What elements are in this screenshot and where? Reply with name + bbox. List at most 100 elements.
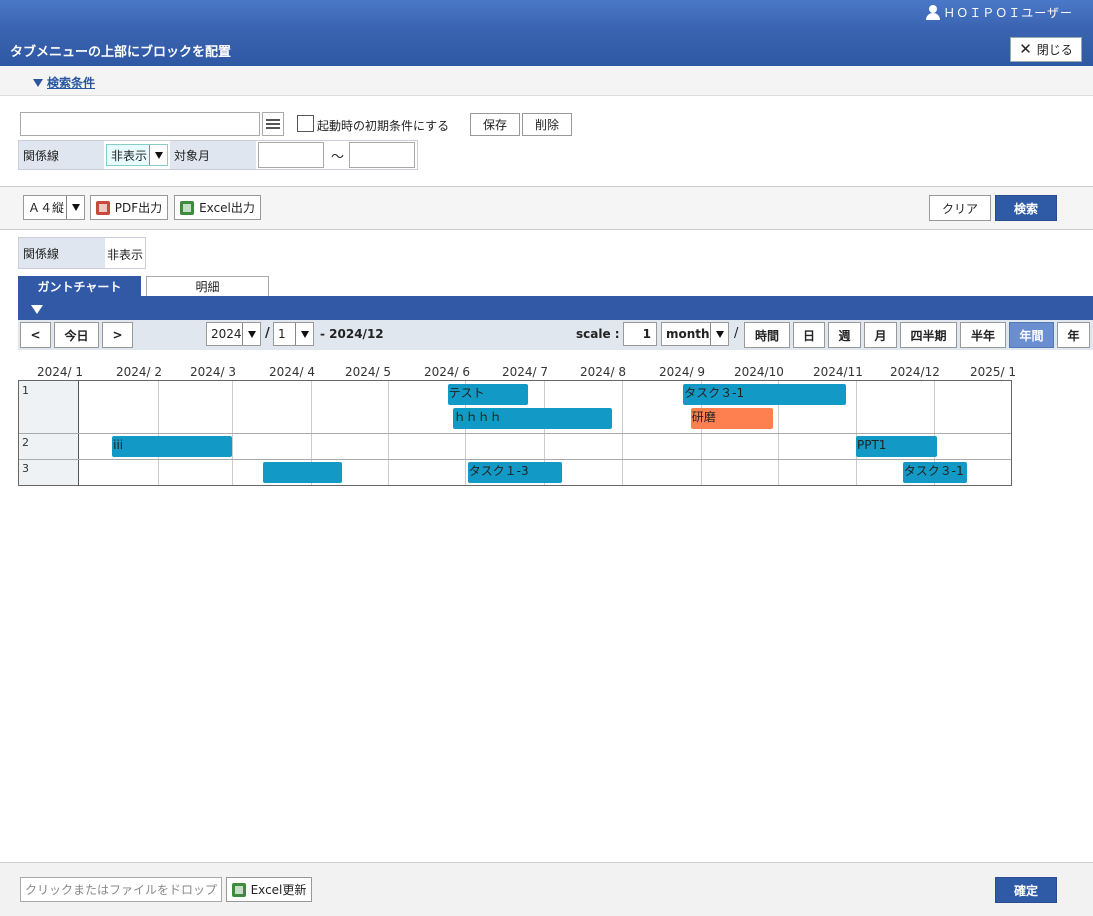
target-month-label: 対象月	[170, 141, 256, 169]
confirm-button[interactable]: 確定	[995, 877, 1057, 903]
date-separator: /	[265, 326, 270, 341]
gantt-task-bar[interactable]	[262, 462, 342, 483]
chevron-down-icon	[242, 323, 260, 345]
gantt-month-label: 2024/ 1	[37, 365, 84, 379]
gantt-task-bar[interactable]: iii	[112, 436, 232, 457]
default-condition-label: 起動時の初期条件にする	[317, 119, 450, 133]
search-input[interactable]	[20, 112, 260, 136]
next-button[interactable]: >	[102, 322, 133, 348]
search-condition-label: 検索条件	[47, 76, 96, 90]
excel-update-label: Excel更新	[250, 883, 307, 897]
month-from-input[interactable]	[258, 142, 324, 168]
user-name: ＨＯＩＰＯＩユーザー	[943, 6, 1073, 20]
excel-export-button[interactable]: Excel出力	[174, 195, 261, 220]
view-hour-button[interactable]: 時間	[744, 322, 790, 348]
today-button[interactable]: 今日	[54, 322, 99, 348]
excel-export-label: Excel出力	[199, 201, 255, 215]
gantt-chart: 1 2 3 テスト ｈｈｈｈ タスク３-1 研磨 iii PPT1 タスク１-3 タスク３-1	[18, 380, 1012, 486]
chevron-down-icon	[295, 323, 313, 345]
scale-unit-select[interactable]: month	[661, 322, 729, 346]
scale-unit-value: month	[666, 327, 710, 341]
page-title: タブメニューの上部にブロックを配置	[10, 45, 232, 60]
gantt-row-divider	[19, 459, 1011, 460]
view-day-button[interactable]: 日	[793, 322, 825, 348]
paper-size-value: Ａ４縦	[28, 201, 65, 215]
excel-icon	[180, 200, 195, 215]
chevron-down-icon	[710, 323, 728, 345]
range-end-label: - 2024/12	[320, 327, 384, 341]
clear-button[interactable]: クリア	[929, 195, 991, 221]
relation-info: 関係線 非表示	[18, 237, 146, 269]
app-header: ＨＯＩＰＯＩユーザー タブメニューの上部にブロックを配置	[0, 0, 1093, 66]
relation-select[interactable]: 非表示	[106, 144, 168, 166]
save-button[interactable]: 保存	[470, 113, 520, 136]
gantt-task-bar[interactable]: PPT1	[856, 436, 937, 457]
search-condition-bar: 検索条件	[0, 66, 1093, 96]
excel-update-button[interactable]: Excel更新	[226, 877, 312, 902]
chevron-down-icon	[66, 196, 84, 219]
pdf-export-label: PDF出力	[114, 201, 163, 215]
scale-label: scale :	[576, 327, 620, 341]
gantt-month-label: 2024/ 3	[190, 365, 237, 379]
close-icon: ✕	[1019, 40, 1032, 58]
prev-button[interactable]: <	[20, 322, 51, 348]
gantt-month-label: 2024/12	[890, 365, 940, 379]
view-quarter-button[interactable]: 四半期	[900, 322, 957, 348]
view-annual-button[interactable]: 年間	[1009, 322, 1054, 348]
gantt-month-label: 2024/ 9	[659, 365, 706, 379]
pdf-icon	[95, 200, 110, 215]
gantt-task-bar[interactable]: タスク３-1	[902, 462, 967, 483]
gantt-month-label: 2024/11	[813, 365, 863, 379]
search-button[interactable]: 検索	[995, 195, 1057, 221]
year-value: 2024	[211, 327, 242, 341]
paper-size-select[interactable]: Ａ４縦	[23, 195, 85, 220]
relation-info-label: 関係線	[19, 238, 105, 268]
tab-content-header	[18, 296, 1093, 320]
pdf-export-button[interactable]: PDF出力	[90, 195, 168, 220]
gantt-row-label: 1	[22, 384, 29, 397]
default-condition-checkbox[interactable]	[297, 115, 314, 132]
gantt-month-label: 2024/ 2	[116, 365, 163, 379]
collapse-triangle-icon[interactable]	[31, 305, 43, 314]
gantt-month-label: 2024/ 5	[345, 365, 392, 379]
view-month-button[interactable]: 月	[864, 322, 897, 348]
gantt-month-label: 2025/ 1	[970, 365, 1017, 379]
gantt-month-label: 2024/ 6	[424, 365, 471, 379]
user-menu[interactable]: ＨＯＩＰＯＩユーザー	[926, 4, 1073, 21]
scale-input[interactable]: 1	[623, 322, 657, 346]
relation-label: 関係線	[19, 141, 104, 169]
relation-info-value: 非表示	[107, 248, 144, 262]
excel-icon	[231, 882, 246, 897]
close-label: 閉じる	[1036, 43, 1073, 57]
chevron-down-icon	[149, 145, 167, 165]
tab-gantt-chart[interactable]: ガントチャート	[18, 276, 141, 296]
gantt-row-label: 3	[22, 462, 29, 475]
gantt-task-bar[interactable]: 研磨	[690, 408, 773, 429]
relation-select-value: 非表示	[111, 148, 148, 163]
view-year-button[interactable]: 年	[1057, 322, 1090, 348]
scale-separator: /	[734, 326, 739, 341]
gantt-task-bar[interactable]: ｈｈｈｈ	[452, 408, 612, 429]
search-condition-toggle[interactable]: 検索条件	[33, 74, 95, 91]
tab-details[interactable]: 明細	[146, 276, 269, 296]
gantt-row-label: 2	[22, 436, 29, 449]
gantt-task-bar[interactable]: タスク３-1	[683, 384, 846, 405]
gantt-task-bar[interactable]: テスト	[447, 384, 529, 405]
file-drop-zone[interactable]: クリックまたはファイルをドロップ	[20, 877, 222, 902]
triangle-down-icon	[33, 79, 43, 87]
month-select[interactable]: 1	[273, 322, 314, 346]
gantt-month-label: 2024/ 4	[269, 365, 316, 379]
list-icon[interactable]	[262, 112, 284, 136]
view-halfyear-button[interactable]: 半年	[960, 322, 1006, 348]
gantt-month-label: 2024/ 7	[502, 365, 549, 379]
delete-button[interactable]: 削除	[522, 113, 572, 136]
gantt-task-bar[interactable]: タスク１-3	[467, 462, 562, 483]
year-select[interactable]: 2024	[206, 322, 261, 346]
view-week-button[interactable]: 週	[828, 322, 861, 348]
gantt-month-label: 2024/10	[734, 365, 784, 379]
close-button[interactable]: ✕ 閉じる	[1010, 37, 1082, 62]
gantt-row-divider	[19, 433, 1011, 434]
month-to-input[interactable]	[349, 142, 415, 168]
user-icon	[926, 5, 941, 20]
gantt-month-label: 2024/ 8	[580, 365, 627, 379]
